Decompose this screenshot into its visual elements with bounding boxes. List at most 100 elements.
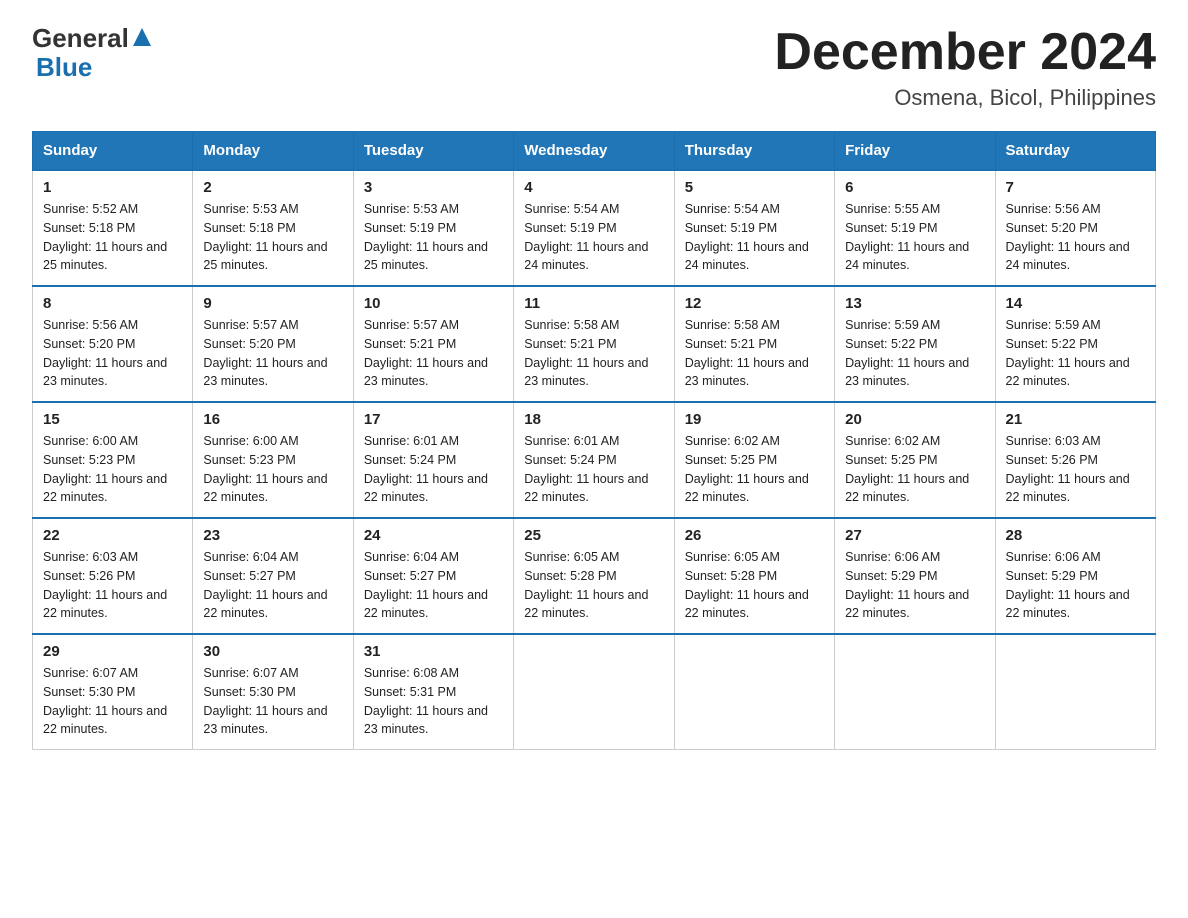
day-info: Sunrise: 6:00 AMSunset: 5:23 PMDaylight:… bbox=[43, 432, 182, 507]
calendar-week-row: 15 Sunrise: 6:00 AMSunset: 5:23 PMDayligh… bbox=[33, 402, 1156, 518]
day-info: Sunrise: 5:59 AMSunset: 5:22 PMDaylight:… bbox=[845, 316, 984, 391]
day-info: Sunrise: 6:03 AMSunset: 5:26 PMDaylight:… bbox=[1006, 432, 1145, 507]
table-row: 12 Sunrise: 5:58 AMSunset: 5:21 PMDayligh… bbox=[674, 286, 834, 402]
col-friday: Friday bbox=[835, 132, 995, 171]
col-thursday: Thursday bbox=[674, 132, 834, 171]
logo-blue: Blue bbox=[36, 52, 92, 82]
day-info: Sunrise: 6:07 AMSunset: 5:30 PMDaylight:… bbox=[203, 664, 342, 739]
calendar-table: Sunday Monday Tuesday Wednesday Thursday… bbox=[32, 131, 1156, 750]
table-row: 24 Sunrise: 6:04 AMSunset: 5:27 PMDayligh… bbox=[353, 518, 513, 634]
day-number: 5 bbox=[685, 179, 824, 196]
day-info: Sunrise: 5:55 AMSunset: 5:19 PMDaylight:… bbox=[845, 200, 984, 275]
day-number: 1 bbox=[43, 179, 182, 196]
table-row: 3 Sunrise: 5:53 AMSunset: 5:19 PMDaylight… bbox=[353, 170, 513, 286]
day-info: Sunrise: 6:01 AMSunset: 5:24 PMDaylight:… bbox=[524, 432, 663, 507]
day-number: 13 bbox=[845, 295, 984, 312]
day-number: 16 bbox=[203, 411, 342, 428]
col-wednesday: Wednesday bbox=[514, 132, 674, 171]
day-info: Sunrise: 6:02 AMSunset: 5:25 PMDaylight:… bbox=[685, 432, 824, 507]
day-number: 25 bbox=[524, 527, 663, 544]
day-info: Sunrise: 5:56 AMSunset: 5:20 PMDaylight:… bbox=[1006, 200, 1145, 275]
day-info: Sunrise: 5:52 AMSunset: 5:18 PMDaylight:… bbox=[43, 200, 182, 275]
day-info: Sunrise: 6:04 AMSunset: 5:27 PMDaylight:… bbox=[203, 548, 342, 623]
day-number: 29 bbox=[43, 643, 182, 660]
day-info: Sunrise: 6:06 AMSunset: 5:29 PMDaylight:… bbox=[1006, 548, 1145, 623]
logo-triangle-icon bbox=[131, 26, 153, 48]
day-info: Sunrise: 5:54 AMSunset: 5:19 PMDaylight:… bbox=[685, 200, 824, 275]
title-block: December 2024 Osmena, Bicol, Philippines bbox=[774, 24, 1156, 111]
table-row: 7 Sunrise: 5:56 AMSunset: 5:20 PMDaylight… bbox=[995, 170, 1155, 286]
table-row: 17 Sunrise: 6:01 AMSunset: 5:24 PMDayligh… bbox=[353, 402, 513, 518]
page-header: General Blue December 2024 Osmena, Bicol… bbox=[32, 24, 1156, 111]
table-row: 14Sunrise: 5:59 AMSunset: 5:22 PMDayligh… bbox=[995, 286, 1155, 402]
day-info: Sunrise: 6:04 AMSunset: 5:27 PMDaylight:… bbox=[364, 548, 503, 623]
table-row: 27Sunrise: 6:06 AMSunset: 5:29 PMDayligh… bbox=[835, 518, 995, 634]
day-number: 22 bbox=[43, 527, 182, 544]
day-info: Sunrise: 5:58 AMSunset: 5:21 PMDaylight:… bbox=[524, 316, 663, 391]
table-row: 25 Sunrise: 6:05 AMSunset: 5:28 PMDayligh… bbox=[514, 518, 674, 634]
table-row: 20 Sunrise: 6:02 AMSunset: 5:25 PMDayligh… bbox=[835, 402, 995, 518]
table-row: 9Sunrise: 5:57 AMSunset: 5:20 PMDaylight… bbox=[193, 286, 353, 402]
calendar-week-row: 29 Sunrise: 6:07 AMSunset: 5:30 PMDayligh… bbox=[33, 634, 1156, 750]
logo: General Blue bbox=[32, 24, 153, 81]
day-number: 8 bbox=[43, 295, 182, 312]
day-info: Sunrise: 5:58 AMSunset: 5:21 PMDaylight:… bbox=[685, 316, 824, 391]
day-number: 12 bbox=[685, 295, 824, 312]
table-row bbox=[514, 634, 674, 750]
col-monday: Monday bbox=[193, 132, 353, 171]
col-saturday: Saturday bbox=[995, 132, 1155, 171]
day-info: Sunrise: 5:56 AMSunset: 5:20 PMDaylight:… bbox=[43, 316, 182, 391]
table-row bbox=[995, 634, 1155, 750]
day-info: Sunrise: 6:03 AMSunset: 5:26 PMDaylight:… bbox=[43, 548, 182, 623]
location-subtitle: Osmena, Bicol, Philippines bbox=[774, 85, 1156, 111]
day-number: 28 bbox=[1006, 527, 1145, 544]
calendar-header-row: Sunday Monday Tuesday Wednesday Thursday… bbox=[33, 132, 1156, 171]
day-number: 9 bbox=[203, 295, 342, 312]
day-number: 11 bbox=[524, 295, 663, 312]
day-number: 26 bbox=[685, 527, 824, 544]
day-number: 4 bbox=[524, 179, 663, 196]
day-number: 14 bbox=[1006, 295, 1145, 312]
day-number: 6 bbox=[845, 179, 984, 196]
day-number: 10 bbox=[364, 295, 503, 312]
table-row: 28 Sunrise: 6:06 AMSunset: 5:29 PMDayligh… bbox=[995, 518, 1155, 634]
table-row: 11 Sunrise: 5:58 AMSunset: 5:21 PMDayligh… bbox=[514, 286, 674, 402]
calendar-week-row: 8 Sunrise: 5:56 AMSunset: 5:20 PMDaylight… bbox=[33, 286, 1156, 402]
table-row: 21 Sunrise: 6:03 AMSunset: 5:26 PMDayligh… bbox=[995, 402, 1155, 518]
month-title: December 2024 bbox=[774, 24, 1156, 81]
table-row: 26 Sunrise: 6:05 AMSunset: 5:28 PMDayligh… bbox=[674, 518, 834, 634]
table-row: 16Sunrise: 6:00 AMSunset: 5:23 PMDayligh… bbox=[193, 402, 353, 518]
day-number: 31 bbox=[364, 643, 503, 660]
day-number: 21 bbox=[1006, 411, 1145, 428]
day-number: 30 bbox=[203, 643, 342, 660]
day-number: 15 bbox=[43, 411, 182, 428]
day-number: 18 bbox=[524, 411, 663, 428]
day-info: Sunrise: 6:08 AMSunset: 5:31 PMDaylight:… bbox=[364, 664, 503, 739]
table-row: 4 Sunrise: 5:54 AMSunset: 5:19 PMDaylight… bbox=[514, 170, 674, 286]
table-row: 5 Sunrise: 5:54 AMSunset: 5:19 PMDaylight… bbox=[674, 170, 834, 286]
day-info: Sunrise: 5:54 AMSunset: 5:19 PMDaylight:… bbox=[524, 200, 663, 275]
day-info: Sunrise: 5:53 AMSunset: 5:19 PMDaylight:… bbox=[364, 200, 503, 275]
logo-general: General bbox=[32, 24, 129, 53]
day-info: Sunrise: 6:05 AMSunset: 5:28 PMDaylight:… bbox=[524, 548, 663, 623]
day-number: 24 bbox=[364, 527, 503, 544]
table-row bbox=[674, 634, 834, 750]
calendar-week-row: 22 Sunrise: 6:03 AMSunset: 5:26 PMDayligh… bbox=[33, 518, 1156, 634]
day-info: Sunrise: 6:01 AMSunset: 5:24 PMDaylight:… bbox=[364, 432, 503, 507]
day-info: Sunrise: 6:02 AMSunset: 5:25 PMDaylight:… bbox=[845, 432, 984, 507]
day-number: 7 bbox=[1006, 179, 1145, 196]
day-number: 17 bbox=[364, 411, 503, 428]
col-tuesday: Tuesday bbox=[353, 132, 513, 171]
table-row: 10 Sunrise: 5:57 AMSunset: 5:21 PMDayligh… bbox=[353, 286, 513, 402]
day-number: 23 bbox=[203, 527, 342, 544]
day-number: 20 bbox=[845, 411, 984, 428]
table-row: 13 Sunrise: 5:59 AMSunset: 5:22 PMDayligh… bbox=[835, 286, 995, 402]
day-number: 3 bbox=[364, 179, 503, 196]
day-number: 2 bbox=[203, 179, 342, 196]
day-info: Sunrise: 6:05 AMSunset: 5:28 PMDaylight:… bbox=[685, 548, 824, 623]
table-row: 31 Sunrise: 6:08 AMSunset: 5:31 PMDayligh… bbox=[353, 634, 513, 750]
table-row: 1 Sunrise: 5:52 AMSunset: 5:18 PMDaylight… bbox=[33, 170, 193, 286]
day-info: Sunrise: 5:57 AMSunset: 5:21 PMDaylight:… bbox=[364, 316, 503, 391]
table-row: 30 Sunrise: 6:07 AMSunset: 5:30 PMDayligh… bbox=[193, 634, 353, 750]
table-row bbox=[835, 634, 995, 750]
